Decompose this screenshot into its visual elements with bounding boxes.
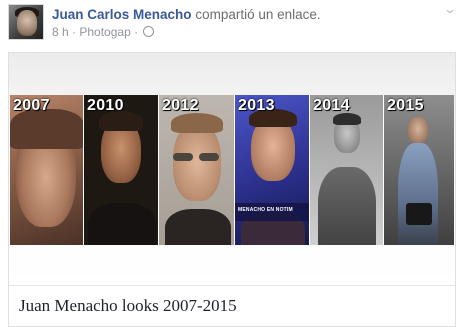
post-time[interactable]: 8 h — [52, 25, 69, 39]
post-header: Juan Carlos Menacho compartió un enlace. — [52, 7, 321, 22]
year-label: 2015 — [387, 97, 424, 114]
post-action: compartió un enlace. — [195, 7, 321, 22]
news-caption: MENACHO EN NOTIM — [238, 207, 293, 213]
photo-2012: 2012 — [159, 95, 235, 245]
link-title[interactable]: Juan Menacho looks 2007-2015 — [19, 296, 237, 316]
year-label: 2014 — [313, 97, 350, 114]
chevron-down-icon[interactable]: ⌄ — [443, 2, 457, 16]
post-via[interactable]: Photogap — [79, 25, 130, 39]
year-label: 2012 — [162, 97, 199, 114]
photo-2007: 2007 — [10, 95, 84, 245]
portrait-face — [408, 117, 428, 143]
author-name[interactable]: Juan Carlos Menacho — [52, 7, 192, 22]
author-avatar[interactable] — [8, 4, 44, 40]
link-preview-image[interactable]: 2007 2010 2012 MENACHO EN NOTIM 2013 201… — [9, 53, 455, 285]
portrait-hair — [171, 113, 223, 133]
photo-strip: 2007 2010 2012 MENACHO EN NOTIM 2013 201… — [10, 95, 454, 245]
photo-2010: 2010 — [84, 95, 159, 245]
portrait-body — [88, 203, 156, 245]
post-meta: 8 h · Photogap · — [52, 25, 155, 39]
photo-2013: MENACHO EN NOTIM 2013 — [235, 95, 310, 245]
handbag — [406, 203, 432, 225]
meta-separator: · — [72, 25, 77, 39]
glasses-right — [199, 153, 219, 161]
year-label: 2013 — [238, 97, 275, 114]
portrait-face — [173, 123, 221, 201]
glasses-left — [173, 153, 193, 161]
year-label: 2010 — [87, 97, 124, 114]
link-preview-card[interactable]: 2007 2010 2012 MENACHO EN NOTIM 2013 201… — [8, 52, 456, 327]
photo-2014: 2014 — [310, 95, 384, 245]
avatar-face — [17, 10, 37, 36]
photo-2015: 2015 — [384, 95, 454, 245]
portrait-body — [398, 143, 438, 245]
portrait-hair — [10, 109, 83, 149]
portrait-body — [165, 209, 231, 245]
portrait-body — [318, 167, 376, 245]
meta-separator: · — [134, 25, 139, 39]
globe-icon[interactable] — [143, 26, 155, 37]
card-divider — [9, 285, 455, 286]
year-label: 2007 — [13, 97, 50, 114]
